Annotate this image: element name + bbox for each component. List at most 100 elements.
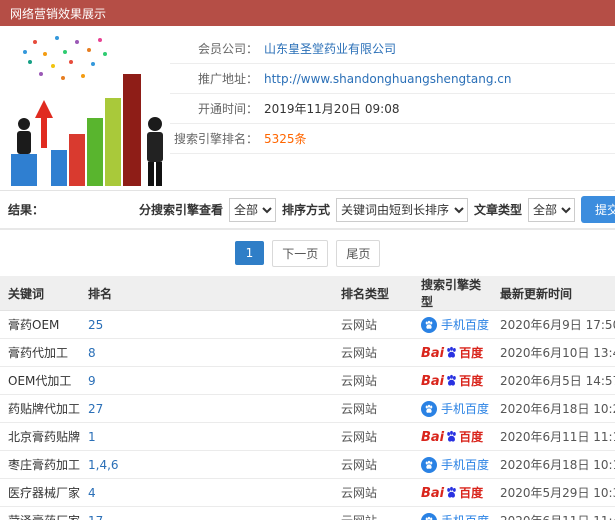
updated-time-cell: 2020年6月11日 11:40: [492, 506, 615, 520]
rank-link[interactable]: 27: [88, 402, 103, 416]
submit-button[interactable]: 提交: [580, 196, 615, 223]
header-rank: 排名: [80, 276, 333, 311]
updated-time-cell: 2020年6月11日 11:18: [492, 422, 615, 451]
rank-type-cell: 云网站: [333, 450, 413, 479]
info-row-open-time: 开通时间： 2019年11月20日 09:08: [170, 94, 615, 124]
table-row: 膏药OEM 25 云网站 手机百度 Bai手机百度 2020年6月9日 17:5…: [0, 310, 615, 339]
article-type-label: 文章类型: [473, 203, 522, 217]
baidu-logo: Bai 百度: [421, 430, 484, 445]
baidu-logo: Bai 百度: [421, 346, 484, 361]
bar-chart-illustration: [11, 36, 163, 186]
rank-link[interactable]: 4: [88, 486, 96, 500]
rank-count-label: 搜索引擎排名：: [173, 132, 258, 146]
table-row: 医疗器械厂家 4 云网站 百度 Bai百度 2020年5月29日 10:32: [0, 478, 615, 507]
pagination: 1 下一页 尾页: [0, 230, 615, 276]
header-keyword: 关键词: [0, 276, 80, 311]
open-time-label: 开通时间：: [197, 102, 258, 116]
rank-link[interactable]: 9: [88, 374, 96, 388]
engine-label: 手机百度: [441, 318, 490, 332]
keyword-cell: 膏药代加工: [0, 338, 80, 367]
header-updated: 最新更新时间: [492, 276, 615, 311]
filter-bar: 结果： 分搜索引擎查看 全部 排序方式 关键词由短到长排序 文章类型 全部 提交: [0, 190, 615, 230]
search-engine-badge: 手机百度 Bai手机百度: [421, 316, 489, 333]
page-next-button[interactable]: 下一页: [272, 239, 329, 267]
table-row: 膏药代加工 8 云网站 百度 Bai百度 2020年6月10日 13:40: [0, 338, 615, 367]
engine-label: 手机百度: [441, 458, 490, 472]
engine-label: 百度: [459, 430, 484, 444]
article-type-select[interactable]: 全部: [527, 197, 575, 222]
promo-url-link[interactable]: http://www.shandonghuangshengtang.cn: [264, 72, 511, 86]
rank-count-value: 5325条: [264, 132, 307, 146]
sort-label: 排序方式: [281, 203, 330, 217]
updated-time-cell: 2020年5月29日 10:32: [492, 478, 615, 507]
updated-time-cell: 2020年6月9日 17:50: [492, 310, 615, 339]
keyword-rank-table: 关键词 排名 排名类型 搜索引擎类型 最新更新时间 膏药OEM 25 云网站 手…: [0, 276, 615, 520]
rank-link[interactable]: 1,4,6: [88, 458, 119, 472]
mobile-baidu-icon: [421, 512, 437, 520]
baidu-paw-icon: [447, 430, 456, 442]
info-row-rank-count: 搜索引擎排名： 5325条: [170, 124, 615, 154]
rank-type-cell: 云网站: [333, 310, 413, 339]
keyword-cell: 膏药OEM: [0, 310, 80, 339]
rank-link[interactable]: 8: [88, 346, 96, 360]
company-link[interactable]: 山东皇圣堂药业有限公司: [264, 40, 396, 57]
keyword-cell: OEM代加工: [0, 366, 80, 395]
info-row-url: 推广地址： http://www.shandonghuangshengtang.…: [170, 64, 615, 94]
open-time-value: 2019年11月20日 09:08: [264, 102, 400, 116]
table-row: 北京膏药贴牌 1 云网站 百度 Bai百度 2020年6月11日 11:18: [0, 422, 615, 451]
rank-type-cell: 云网站: [333, 394, 413, 423]
keyword-cell: 医疗器械厂家: [0, 478, 80, 507]
page-current[interactable]: 1: [234, 241, 265, 265]
baidu-logo: Bai 百度: [421, 486, 484, 501]
rank-type-cell: 云网站: [333, 422, 413, 451]
page-last-button[interactable]: 尾页: [336, 239, 381, 267]
engine-label: 百度: [459, 374, 484, 388]
table-row: OEM代加工 9 云网站 百度 Bai百度 2020年6月5日 14:57: [0, 366, 615, 395]
updated-time-cell: 2020年6月18日 10:19: [492, 450, 615, 479]
baidu-logo: Bai 百度: [421, 374, 484, 389]
updated-time-cell: 2020年6月18日 10:25: [492, 394, 615, 423]
page-title: 网络营销效果展示: [10, 6, 107, 21]
marketing-illustration: [0, 26, 170, 190]
search-engine-badge: 百度 Bai百度: [421, 344, 483, 361]
keyword-cell: 枣庄膏药加工: [0, 450, 80, 479]
rank-link[interactable]: 17: [88, 514, 103, 520]
search-engine-badge: 手机百度 Bai手机百度: [421, 456, 489, 473]
engine-label: 百度: [459, 486, 484, 500]
engine-label: 百度: [459, 346, 484, 360]
baidu-paw-icon: [447, 486, 456, 498]
mobile-baidu-icon: [421, 316, 437, 333]
table-row: 枣庄膏药加工 1,4,6 云网站 手机百度 Bai手机百度 2020年6月18日…: [0, 450, 615, 479]
baidu-paw-icon: [447, 346, 456, 358]
member-info-list: 会员公司： 山东皇圣堂药业有限公司 推广地址： http://www.shand…: [170, 26, 615, 190]
table-row: 药贴牌代加工 27 云网站 手机百度 Bai手机百度 2020年6月18日 10…: [0, 394, 615, 423]
rank-type-cell: 云网站: [333, 366, 413, 395]
promo-url-label: 推广地址：: [197, 72, 258, 86]
sort-select[interactable]: 关键词由短到长排序: [335, 197, 468, 222]
header-rank-type: 排名类型: [333, 276, 413, 311]
keyword-cell: 菏泽膏药厂家: [0, 506, 80, 520]
member-info-section: 会员公司： 山东皇圣堂药业有限公司 推广地址： http://www.shand…: [0, 26, 615, 190]
table-row: 菏泽膏药厂家 17 云网站 手机百度 Bai手机百度 2020年6月11日 11…: [0, 506, 615, 520]
search-engine-badge: 百度 Bai百度: [421, 428, 483, 445]
engine-filter-select[interactable]: 全部: [228, 197, 276, 222]
engine-label: 手机百度: [441, 512, 489, 520]
header-engine: 搜索引擎类型: [413, 276, 492, 311]
rank-link[interactable]: 1: [88, 430, 96, 444]
rank-type-cell: 云网站: [333, 506, 413, 520]
table-header-row: 关键词 排名 排名类型 搜索引擎类型 最新更新时间: [0, 276, 615, 311]
updated-time-cell: 2020年6月10日 13:40: [492, 338, 615, 367]
mobile-baidu-icon: [421, 400, 437, 417]
title-bar: 网络营销效果展示: [0, 0, 615, 26]
rank-type-cell: 云网站: [333, 478, 413, 507]
rank-type-cell: 云网站: [333, 338, 413, 367]
search-engine-badge: 百度 Bai百度: [421, 484, 483, 501]
company-label: 会员公司：: [197, 42, 258, 56]
engine-label: 手机百度: [441, 402, 490, 416]
search-engine-badge: 手机百度 Bai手机百度: [421, 400, 489, 417]
search-engine-badge: 手机百度 Bai手机百度: [421, 512, 489, 520]
engine-filter-label: 分搜索引擎查看: [138, 203, 223, 217]
baidu-paw-icon: [447, 374, 456, 386]
keyword-cell: 北京膏药贴牌: [0, 422, 80, 451]
rank-link[interactable]: 25: [88, 318, 103, 332]
